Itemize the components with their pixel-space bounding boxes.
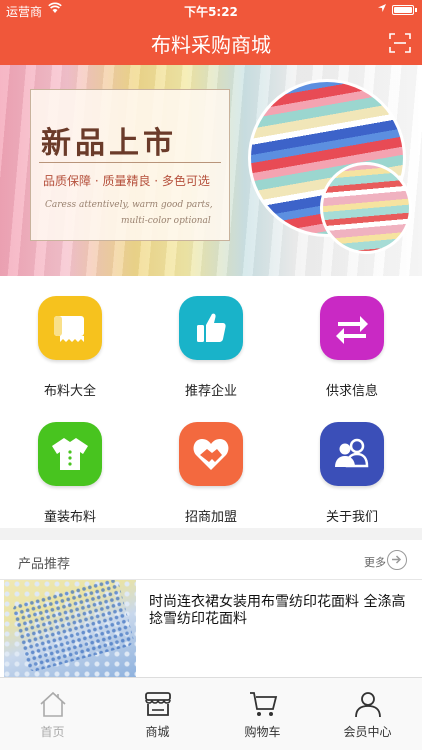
section-title: 产品推荐	[18, 557, 71, 572]
tab-home[interactable]: 首页	[0, 678, 105, 750]
tab-cart[interactable]: 购物车	[210, 678, 315, 750]
exchange-arrows-icon	[320, 296, 384, 360]
banner-divider	[39, 162, 221, 163]
promo-banner[interactable]: 新品上市 品质保障 · 质量精良 · 多色可选 Caress attentive…	[0, 65, 422, 276]
home-icon	[40, 691, 66, 717]
category-franchise[interactable]: 招商加盟	[141, 402, 281, 528]
category-supply-demand[interactable]: 供求信息	[282, 276, 422, 402]
banner-slogan: 品质保障 · 质量精良 · 多色可选	[43, 174, 210, 188]
banner-text-card: 新品上市 品质保障 · 质量精良 · 多色可选 Caress attentive…	[30, 89, 230, 241]
more-link[interactable]: 更多	[364, 554, 386, 570]
product-thumbnail[interactable]	[4, 580, 136, 677]
page-title: 布料采购商城	[151, 33, 271, 57]
scan-icon[interactable]	[389, 33, 411, 53]
header-bar: 布料采购商城	[0, 20, 422, 65]
tab-label: 会员中心	[343, 725, 392, 739]
fabric-stack-image-small	[320, 162, 412, 254]
location-arrow-icon	[377, 3, 387, 16]
category-recommended-companies[interactable]: 推荐企业	[141, 276, 281, 402]
clock: 下午5:22	[184, 5, 238, 19]
category-label: 童装布料	[43, 510, 96, 525]
product-recommendations: 产品推荐 更多 时尚连衣裙女装用布雪纺印花面料 全涤高捻雪纺印花面料	[0, 540, 422, 677]
thumbs-up-icon	[179, 296, 243, 360]
store-icon	[145, 692, 171, 716]
banner-english-line1: Caress attentively, warm good parts,	[45, 200, 213, 210]
category-label: 推荐企业	[184, 384, 237, 399]
tab-bar: 首页 商城 购物车 会员中心	[0, 677, 422, 750]
arrow-right-circle-icon[interactable]	[387, 550, 407, 570]
section-header: 产品推荐 更多	[0, 540, 422, 580]
status-bar: 运营商 下午5:22	[0, 0, 422, 20]
fabric-roll-icon	[38, 296, 102, 360]
banner-english-line2: multi-color optional	[121, 216, 211, 226]
category-about-us[interactable]: 关于我们	[282, 402, 422, 528]
user-icon	[355, 692, 381, 718]
tab-label: 首页	[40, 725, 65, 739]
shirt-icon	[38, 422, 102, 486]
category-label: 关于我们	[325, 510, 378, 525]
battery-icon	[392, 5, 417, 15]
category-kids-fabric[interactable]: 童装布料	[0, 402, 140, 528]
banner-headline: 新品上市	[41, 126, 177, 161]
category-label: 供求信息	[325, 384, 378, 399]
category-label: 布料大全	[43, 384, 96, 399]
people-icon	[320, 422, 384, 486]
category-fabric-catalog[interactable]: 布料大全	[0, 276, 140, 402]
tab-store[interactable]: 商城	[105, 678, 210, 750]
tab-label: 商城	[145, 725, 170, 739]
product-name[interactable]: 时尚连衣裙女装用布雪纺印花面料 全涤高捻雪纺印花面料	[149, 594, 411, 628]
tab-member-center[interactable]: 会员中心	[315, 678, 420, 750]
section-divider	[0, 528, 422, 540]
tab-label: 购物车	[244, 725, 281, 739]
cart-icon	[250, 692, 278, 716]
category-grid: 布料大全 推荐企业 供求信息 童装布料 招商加盟 关于我们	[0, 276, 422, 528]
category-label: 招商加盟	[184, 510, 237, 525]
heart-handshake-icon	[179, 422, 243, 486]
